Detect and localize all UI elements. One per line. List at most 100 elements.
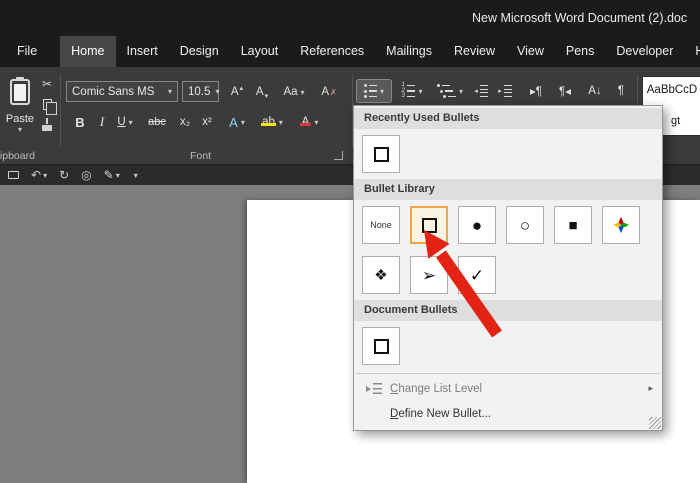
bullets-button[interactable]: ▾ — [356, 79, 392, 103]
bullet-option-arrow[interactable]: ➢ — [410, 256, 448, 294]
left-to-right-button[interactable]: ▸¶ — [523, 80, 549, 102]
circle-button[interactable]: ◎ — [81, 168, 91, 182]
font-name-combobox[interactable]: Comic Sans MS ▾ — [66, 81, 178, 102]
tab-insert[interactable]: Insert — [116, 36, 169, 67]
numbering-button[interactable]: 1 2 3 ▾ — [395, 80, 429, 102]
decrease-indent-icon: ◂ — [474, 84, 488, 98]
text-effects-button[interactable]: A ▾ — [224, 111, 250, 133]
increase-indent-button[interactable]: ▸ — [494, 80, 516, 102]
multilevel-list-button[interactable]: ▾ — [433, 80, 467, 102]
tab-design[interactable]: Design — [169, 36, 230, 67]
change-case-button[interactable]: Aa ▾ — [278, 81, 310, 103]
bullet-option-filled-square[interactable]: ■ — [554, 206, 592, 244]
bullet-option-hollow-square[interactable] — [410, 206, 448, 244]
window-title: New Microsoft Word Document (2).doc — [472, 11, 688, 25]
font-size-combobox[interactable]: 10.5 ▾ — [182, 81, 219, 102]
change-list-level-icon — [366, 383, 382, 394]
bullet-option-hollow-circle[interactable]: ○ — [506, 206, 544, 244]
italic-button[interactable]: I — [94, 111, 110, 133]
highlight-color-swatch — [261, 122, 276, 126]
define-new-bullet-item[interactable]: Define New Bullet... — [354, 401, 662, 426]
format-painter-icon[interactable] — [42, 118, 53, 131]
bold-button[interactable]: B — [70, 111, 90, 133]
recently-used-row — [354, 129, 662, 179]
bullet-option-checkmark[interactable]: ✓ — [458, 256, 496, 294]
grow-font-label: A — [230, 86, 239, 98]
change-list-level-item[interactable]: Change List Level ▸ — [354, 376, 662, 401]
shrink-font-label: A — [255, 86, 264, 98]
font-dialog-launcher-icon[interactable] — [334, 151, 343, 160]
grow-font-button[interactable]: A ▴ — [226, 81, 248, 103]
underline-button[interactable]: U ▾ — [112, 111, 138, 133]
font-color-button[interactable]: A ▾ — [294, 111, 324, 133]
tab-view[interactable]: View — [506, 36, 555, 67]
paste-label: Paste — [5, 113, 35, 125]
strikethrough-button[interactable]: abc — [142, 111, 172, 133]
pen-button[interactable]: ✎ ▾ — [104, 168, 120, 182]
ribbon-tab-bar: File Home Insert Design Layout Reference… — [0, 36, 700, 67]
bullet-option-none[interactable]: None — [362, 206, 400, 244]
bold-label: B — [75, 114, 85, 130]
bullet-option-filled-circle[interactable]: ● — [458, 206, 496, 244]
shrink-font-button[interactable]: A ▾ — [251, 81, 273, 103]
tab-help[interactable]: Help — [684, 36, 700, 67]
multilevel-list-icon — [436, 84, 456, 98]
chevron-down-icon: ▾ — [17, 125, 22, 134]
bullet-dropdown-menu: Recently Used Bullets Bullet Library Non… — [353, 105, 663, 431]
clipboard-icon — [10, 77, 30, 105]
copy-icon[interactable] — [42, 99, 57, 115]
chevron-down-icon: ▾ — [300, 87, 305, 97]
bullet-option-rainbow[interactable] — [602, 206, 640, 244]
bullet-option-four-diamonds[interactable]: ❖ — [362, 256, 400, 294]
tab-mailings[interactable]: Mailings — [375, 36, 443, 67]
tab-home[interactable]: Home — [60, 36, 116, 67]
font-color-swatch — [299, 122, 312, 126]
chevron-down-icon: ▾ — [167, 87, 172, 96]
tab-file[interactable]: File — [6, 36, 48, 67]
font-name-value: Comic Sans MS — [72, 85, 155, 98]
cut-icon[interactable]: ✂ — [42, 77, 52, 91]
show-paragraph-marks-button[interactable]: ¶ — [611, 80, 631, 102]
superscript-button[interactable]: x² — [197, 111, 217, 133]
rtl-icon: ¶◂ — [559, 86, 571, 98]
four-diamonds-icon: ❖ — [374, 266, 388, 284]
undo-button[interactable]: ↶ ▾ — [31, 168, 47, 182]
bullet-option-document-hollow-square[interactable] — [362, 327, 400, 365]
clear-formatting-button[interactable]: A ✗ — [316, 81, 342, 103]
bullet-option-recent-hollow-square[interactable] — [362, 135, 400, 173]
window-icon[interactable] — [8, 171, 19, 179]
tab-pens[interactable]: Pens — [555, 36, 606, 67]
document-bullets-row — [354, 321, 662, 371]
chevron-down-icon: ▾ — [128, 117, 133, 127]
font-color-label: A — [299, 116, 312, 128]
clear-formatting-label: A — [321, 86, 329, 98]
chevron-down-icon: ▾ — [133, 170, 138, 180]
ltr-icon: ▸¶ — [530, 86, 542, 98]
text-effects-label: A — [229, 114, 238, 130]
clipboard-small-buttons: ✂ — [42, 77, 57, 131]
right-to-left-button[interactable]: ¶◂ — [552, 80, 578, 102]
highlight-color-button[interactable]: ab ▾ — [256, 111, 288, 133]
chevron-down-icon: ▾ — [418, 86, 423, 96]
paste-button[interactable]: Paste ▾ — [2, 75, 38, 149]
sort-button[interactable]: A↓ — [583, 80, 607, 102]
group-divider — [60, 75, 61, 146]
resize-grip[interactable] — [649, 417, 661, 429]
redo-button[interactable]: ↻ — [59, 168, 69, 182]
subscript-button[interactable]: x₂ — [175, 111, 195, 133]
caret-up-icon: ▴ — [239, 85, 244, 92]
highlight-label: ab — [261, 116, 276, 128]
circle-icon: ◎ — [81, 168, 92, 182]
customize-qat-button[interactable]: ▾ — [132, 171, 138, 180]
tab-references[interactable]: References — [289, 36, 375, 67]
tab-layout[interactable]: Layout — [230, 36, 290, 67]
tab-developer[interactable]: Developer — [605, 36, 684, 67]
clear-x-icon: ✗ — [329, 87, 337, 97]
numbered-list-icon: 1 2 3 — [401, 82, 416, 99]
chevron-down-icon: ▾ — [115, 170, 120, 180]
chevron-down-icon: ▾ — [314, 117, 319, 127]
change-case-label: Aa — [283, 86, 298, 98]
font-size-value: 10.5 — [188, 85, 211, 98]
decrease-indent-button[interactable]: ◂ — [470, 80, 492, 102]
tab-review[interactable]: Review — [443, 36, 506, 67]
